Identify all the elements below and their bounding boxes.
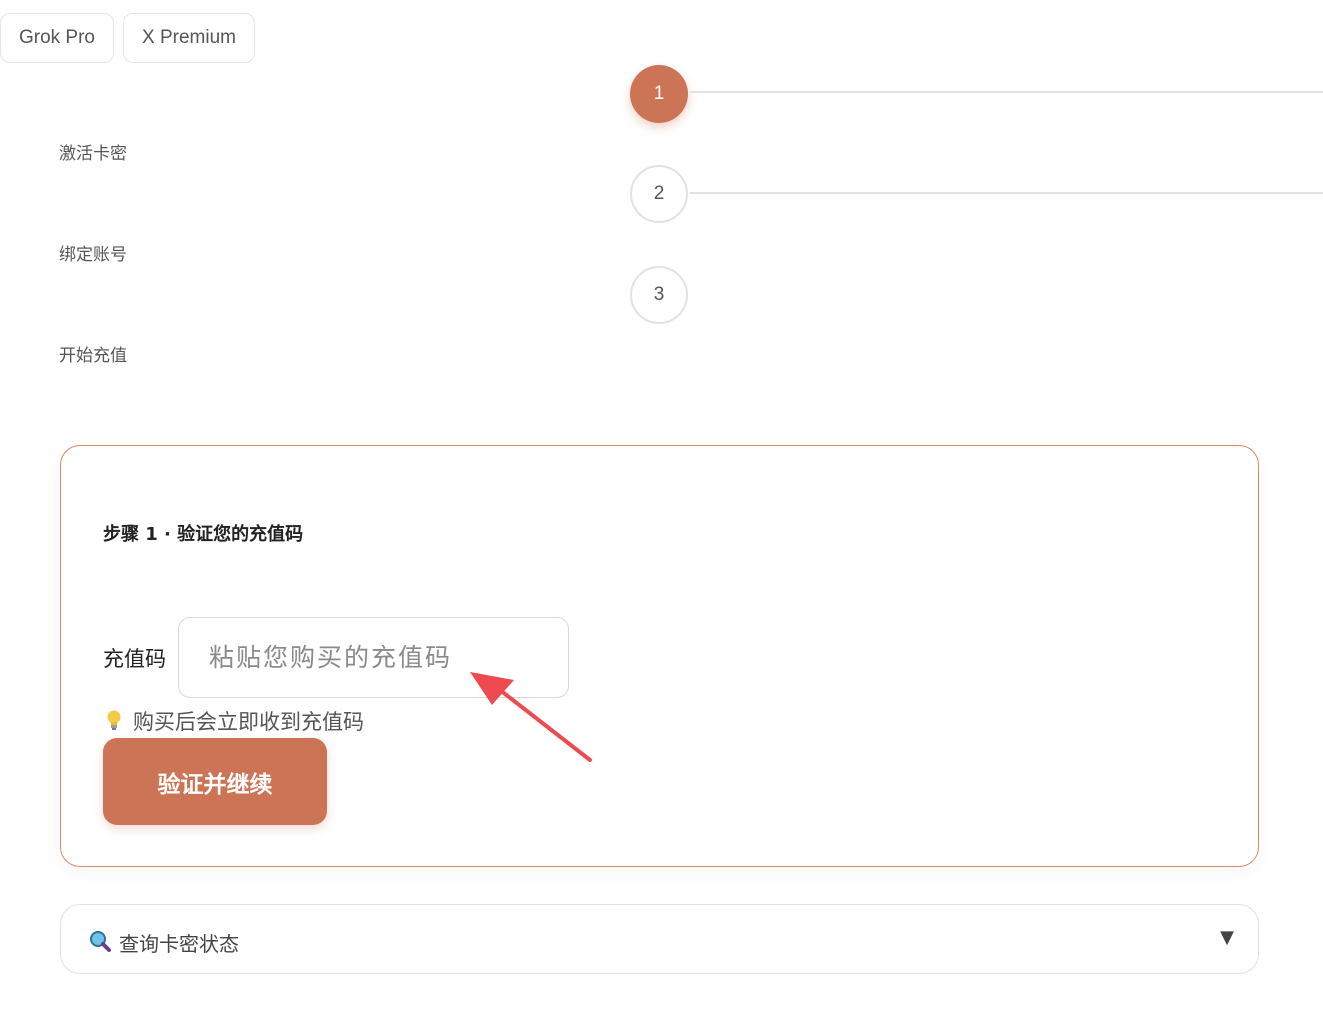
recharge-code-input[interactable] [178,617,569,698]
step-1-indicator: 1 [630,65,688,123]
step-3-label: 开始充值 [59,346,127,366]
hint-text: 购买后会立即收到充值码 [133,710,364,734]
step-3-indicator: 3 [630,266,688,324]
query-status-panel[interactable]: 查询卡密状态 ▼ [60,904,1259,974]
step-connector [690,91,1323,93]
step-1-label: 激活卡密 [59,144,127,164]
verify-continue-button[interactable]: 验证并继续 [103,738,327,825]
verify-code-card: 步骤 1 · 验证您的充值码 充值码 购买后会立即收到充值码 验证并继续 [60,445,1259,867]
step-2-indicator: 2 [630,165,688,223]
step-connector [690,192,1323,194]
tab-x-premium[interactable]: X Premium [123,13,255,63]
triangle-down-icon[interactable]: ▼ [1220,927,1234,948]
lightbulb-icon [107,710,121,732]
card-title: 步骤 1 · 验证您的充值码 [103,524,304,545]
step-2-label: 绑定账号 [59,245,127,265]
purchase-hint: 购买后会立即收到充值码 [107,706,364,736]
tab-grok-pro[interactable]: Grok Pro [0,13,114,63]
magnifier-icon [89,930,111,952]
query-status-label: 查询卡密状态 [119,932,239,956]
code-field-label: 充值码 [103,647,166,671]
